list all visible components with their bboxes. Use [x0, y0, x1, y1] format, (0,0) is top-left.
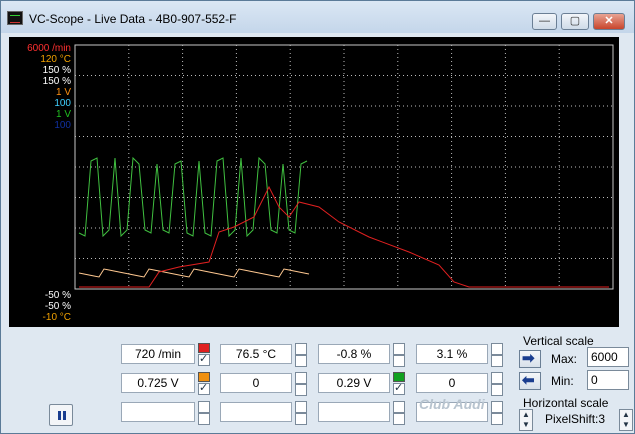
channel-value-aux1: 0	[220, 373, 292, 393]
channel-color-box[interactable]	[491, 343, 503, 355]
channel-checkbox-empty[interactable]	[198, 413, 210, 425]
watermark: Club Audi	[419, 396, 485, 412]
channel-value-empty	[318, 402, 390, 422]
trace-green	[78, 156, 308, 238]
channel-value-trim1: -0.8 %	[318, 344, 390, 364]
scale-up-button[interactable]: ➡	[519, 350, 541, 368]
channel-checkbox-trim1[interactable]	[393, 355, 405, 367]
pixelshift-spinner-right[interactable]: ▲ ▼	[619, 409, 633, 431]
channel-checkbox-temp[interactable]	[295, 355, 307, 367]
channel-checkbox-trim2[interactable]	[491, 355, 503, 367]
scale-label: 100	[54, 120, 71, 131]
channel-checkbox-o2-1[interactable]	[198, 381, 210, 395]
scale-label: -10 °C	[42, 312, 71, 323]
channel-value-empty	[121, 402, 195, 422]
channel-color-box[interactable]	[295, 372, 307, 384]
maximize-button[interactable]: ▢	[561, 13, 589, 30]
scale-label: 1 V	[55, 87, 71, 98]
scale-label: -50 %	[44, 301, 71, 312]
scale-label: 150 %	[42, 65, 71, 76]
scope-display: 6000 /min 120 °C 150 % 150 % 1 V 100 1 V 100 -5…	[9, 37, 619, 327]
scale-label: 120 °C	[40, 54, 71, 65]
channel-checkbox-empty[interactable]	[393, 413, 405, 425]
max-input[interactable]: 6000	[587, 347, 629, 367]
channel-value-aux2: 0	[416, 373, 488, 393]
pause-button[interactable]	[49, 404, 73, 426]
channel-checkbox-empty[interactable]	[491, 413, 503, 425]
channel-value-o2-2: 0.29 V	[318, 373, 390, 393]
channel-value-empty	[220, 402, 292, 422]
vertical-scale-title: Vertical scale	[523, 334, 594, 348]
scale-label: 150 %	[42, 76, 71, 87]
horizontal-scale-title: Horizontal scale	[523, 396, 609, 410]
oscilloscope-icon	[7, 11, 23, 25]
title-bar[interactable]: VC-Scope - Live Data - 4B0-907-552-F — ▢…	[1, 1, 634, 33]
window-title: VC-Scope - Live Data - 4B0-907-552-F	[29, 12, 237, 26]
channel-color-box[interactable]	[491, 372, 503, 384]
arrow-right-icon: ➡	[522, 350, 535, 367]
channel-checkbox-aux2[interactable]	[491, 384, 503, 396]
pixelshift-spinner[interactable]: ▲ ▼	[519, 409, 533, 431]
vertical-scale-group: Vertical scale ➡ Max: 6000 ⬅ Min: 0	[513, 334, 634, 396]
scale-label: 6000 /min	[27, 43, 71, 54]
channel-value-o2-1: 0.725 V	[121, 373, 195, 393]
channel-value-temp: 76.5 °C	[220, 344, 292, 364]
max-label: Max:	[551, 352, 578, 366]
channel-color-box[interactable]	[295, 343, 307, 355]
spinner-icon: ▲ ▼	[622, 410, 630, 429]
channel-checkbox-o2-2[interactable]	[393, 381, 405, 395]
close-button[interactable]: ✕	[593, 13, 625, 30]
channel-checkbox-empty[interactable]	[295, 413, 307, 425]
scale-label: 100	[54, 98, 71, 109]
min-label: Min:	[551, 374, 574, 388]
scale-down-button[interactable]: ⬅	[519, 372, 541, 390]
spinner-icon: ▲ ▼	[522, 410, 530, 429]
arrow-left-icon: ⬅	[522, 372, 535, 389]
channel-checkbox-rpm[interactable]	[198, 352, 210, 366]
trace-orange	[78, 268, 310, 278]
channel-color-box[interactable]	[295, 401, 307, 413]
channel-checkbox-aux1[interactable]	[295, 384, 307, 396]
channel-color-box[interactable]	[198, 401, 210, 413]
channel-color-box[interactable]	[393, 401, 405, 413]
pixelshift-label: PixelShift:3	[545, 412, 606, 426]
channel-color-box[interactable]	[393, 343, 405, 355]
min-input[interactable]: 0	[587, 370, 629, 390]
channel-value-trim2: 3.1 %	[416, 344, 488, 364]
minimize-button[interactable]: —	[532, 13, 557, 30]
channel-value-rpm: 720 /min	[121, 344, 195, 364]
vc-scope-window: VC-Scope - Live Data - 4B0-907-552-F — ▢…	[0, 0, 635, 434]
scale-label: 1 V	[55, 109, 71, 120]
channel-color-box[interactable]	[491, 401, 503, 413]
scope-plot	[74, 44, 614, 290]
scale-label: -50 %	[44, 290, 71, 301]
